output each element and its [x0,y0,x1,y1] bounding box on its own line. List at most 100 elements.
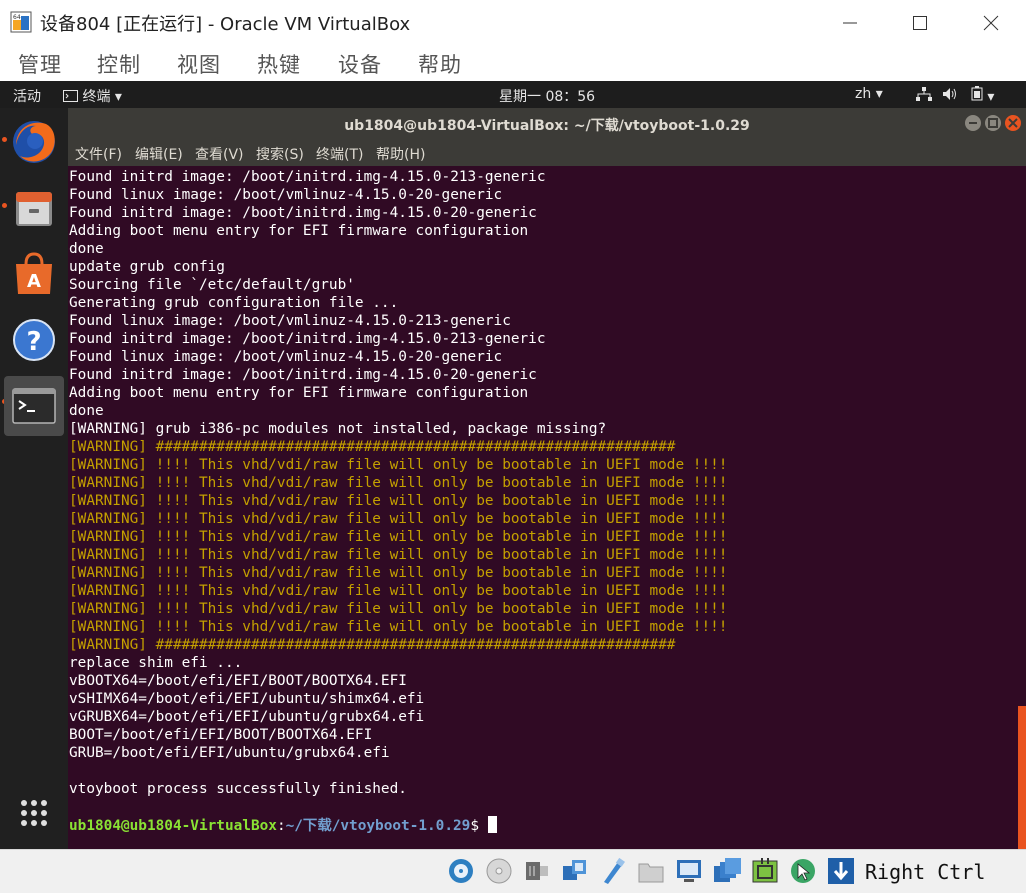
prompt-symbol: $ [470,818,488,834]
window-titlebar[interactable]: 64 设备804 [正在运行] - Oracle VM VirtualBox [0,0,1026,45]
terminal-window[interactable]: ub1804@ub1804-VirtualBox: ~/下载/vtoyboot-… [68,108,1026,849]
terminal-line: [WARNING] !!!! This vhd/vdi/raw file wil… [69,547,728,563]
menu-devices[interactable]: 设备 [338,49,382,79]
terminal-line: [WARNING] !!!! This vhd/vdi/raw file wil… [69,493,728,509]
terminal-line: Adding boot menu entry for EFI firmware … [69,385,529,401]
virtualbox-app-icon: 64 [10,11,32,33]
maximize-button[interactable] [885,0,955,45]
terminal-line: Found initrd image: /boot/initrd.img-4.1… [69,367,537,383]
close-button[interactable] [956,0,1026,45]
window-title: 设备804 [正在运行] - Oracle VM VirtualBox [40,14,411,35]
terminal-menubar: 文件(F) 编辑(E) 查看(V) 搜索(S) 终端(T) 帮助(H) [68,139,1026,166]
dock-help[interactable]: ? [4,310,64,370]
terminal-titlebar[interactable]: ub1804@ub1804-VirtualBox: ~/下载/vtoyboot-… [68,108,1026,139]
dock-show-apps[interactable] [4,783,64,843]
mouse-integration-icon[interactable] [788,856,818,886]
chevron-down-icon: ▾ [987,89,995,105]
prompt-path: ~/下载/vtoyboot-1.0.29 [285,818,471,834]
menu-file[interactable]: 文件(F) [75,144,122,164]
terminal-cursor [487,816,497,833]
menu-help[interactable]: 帮助 [418,49,462,79]
input-method-menu[interactable]: zh ▾ [855,86,883,102]
terminal-line: Found initrd image: /boot/initrd.img-4.1… [69,169,546,185]
host-key-label[interactable]: Right Ctrl [865,860,985,884]
dock-terminal[interactable] [4,376,64,436]
guest-additions-icon[interactable] [750,856,780,886]
system-menu[interactable]: ▾ [916,86,994,105]
app-menu-label: 终端 [82,89,111,105]
terminal-icon [12,388,56,424]
terminal-line: BOOT=/boot/efi/EFI/BOOT/BOOTX64.EFI [69,727,373,743]
svg-text:64: 64 [13,14,21,21]
terminal-line: GRUB=/boot/efi/EFI/ubuntu/grubx64.efi [69,745,390,761]
video-capture-icon[interactable] [712,856,742,886]
terminal-output[interactable]: Found initrd image: /boot/initrd.img-4.1… [68,166,1026,849]
terminal-line: replace shim efi ... [69,655,243,671]
svg-text:?: ? [26,327,41,357]
terminal-line: [WARNING] !!!! This vhd/vdi/raw file wil… [69,457,728,473]
optical-drive-icon[interactable] [484,856,514,886]
display-icon[interactable] [674,856,704,886]
maximize-icon [913,15,927,30]
help-icon: ? [13,319,55,361]
hard-disk-icon[interactable] [446,856,476,886]
terminal-line: Adding boot menu entry for EFI firmware … [69,223,529,239]
keyboard-capture-icon[interactable] [826,856,856,886]
window-buttons [965,115,1021,131]
terminal-line: Found linux image: /boot/vmlinuz-4.15.0-… [69,349,503,365]
terminal-line: vBOOTX64=/boot/efi/EFI/BOOT/BOOTX64.EFI [69,673,407,689]
menu-help[interactable]: 帮助(H) [376,144,425,164]
terminal-line: Found initrd image: /boot/initrd.img-4.1… [69,205,537,221]
terminal-line: [WARNING] grub i386-pc modules not insta… [69,421,607,437]
network-adapter-icon[interactable] [560,856,590,886]
software-center-icon: A [16,252,52,294]
network-icon [916,87,932,101]
menu-terminal[interactable]: 终端(T) [316,144,363,164]
audio-icon[interactable] [522,856,552,886]
terminal-prompt-line[interactable]: ub1804@ub1804-VirtualBox:~/下载/vtoyboot-1… [69,816,727,834]
dock-software[interactable]: A [4,244,64,304]
close-icon [983,15,999,30]
app-menu[interactable]: 终端 ▾ [63,86,122,106]
menu-control[interactable]: 控制 [97,49,141,79]
clock[interactable]: 星期一 08：56 [499,86,595,106]
dock-files[interactable] [4,178,64,238]
firefox-icon [13,121,55,163]
menu-edit[interactable]: 编辑(E) [135,144,183,164]
terminal-line: Found linux image: /boot/vmlinuz-4.15.0-… [69,187,503,203]
terminal-line: vtoyboot process successfully finished. [69,781,407,797]
terminal-line: Found initrd image: /boot/initrd.img-4.1… [69,331,546,347]
show-apps-icon [21,800,47,826]
usb-icon[interactable] [598,856,628,886]
terminal-line: update grub config [69,259,225,275]
activities-button[interactable]: 活动 [13,86,41,106]
terminal-line: vSHIMX64=/boot/efi/EFI/ubuntu/shimx64.ef… [69,691,425,707]
dock: A ? [0,108,68,849]
menu-search[interactable]: 搜索(S) [256,144,304,164]
minimize-icon [965,115,981,131]
chevron-down-icon: ▾ [114,89,122,105]
terminal-line: [WARNING] !!!! This vhd/vdi/raw file wil… [69,529,728,545]
files-icon [16,192,52,226]
maximize-icon [985,115,1001,131]
menu-view[interactable]: 视图 [177,49,221,79]
terminal-line: [WARNING] !!!! This vhd/vdi/raw file wil… [69,475,728,491]
terminal-line: [WARNING] !!!! This vhd/vdi/raw file wil… [69,619,728,635]
terminal-line: done [69,241,104,257]
dock-firefox[interactable] [4,112,64,172]
guest-display[interactable]: 活动 终端 ▾ 星期一 08：56 zh ▾ ▾ A ? ub1804@ub18… [0,81,1026,849]
terminal-line: [WARNING] !!!! This vhd/vdi/raw file wil… [69,511,728,527]
menu-machine[interactable]: 管理 [18,49,62,79]
minimize-button[interactable] [815,0,885,45]
terminal-title: ub1804@ub1804-VirtualBox: ~/下载/vtoyboot-… [344,118,750,134]
prompt-user: ub1804@ub1804-VirtualBox [69,818,277,834]
terminal-line: [WARNING] !!!! This vhd/vdi/raw file wil… [69,601,728,617]
terminal-line: done [69,403,104,419]
shared-folders-icon[interactable] [636,856,666,886]
menu-hotkeys[interactable]: 热键 [257,49,301,79]
gnome-topbar: 活动 终端 ▾ 星期一 08：56 zh ▾ ▾ [0,81,1026,108]
menu-view[interactable]: 查看(V) [195,144,244,164]
terminal-scrollbar[interactable] [1018,706,1026,849]
